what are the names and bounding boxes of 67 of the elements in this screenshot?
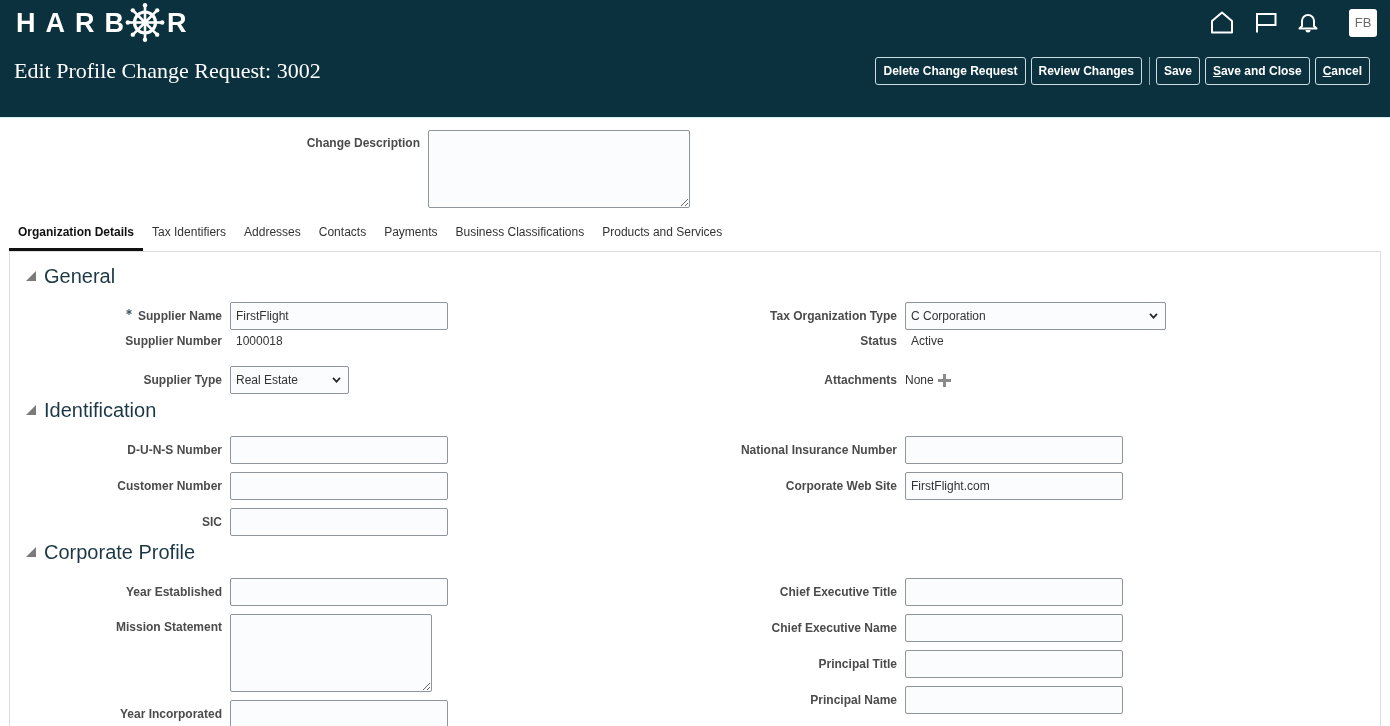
text-field[interactable]: FirstFlight.com bbox=[905, 472, 1123, 500]
tab[interactable]: Payments bbox=[375, 222, 447, 251]
tab[interactable]: Products and Services bbox=[593, 222, 732, 251]
field-label: National Insurance Number bbox=[740, 443, 897, 457]
text-field[interactable] bbox=[905, 578, 1123, 606]
text-field[interactable] bbox=[230, 508, 448, 536]
text-area[interactable] bbox=[230, 614, 432, 692]
field-label: Supplier Number bbox=[125, 334, 222, 348]
text-field[interactable] bbox=[905, 614, 1123, 642]
collapse-triangle-icon[interactable] bbox=[26, 271, 36, 281]
field-label: Customer Number bbox=[117, 479, 222, 493]
field-label: Supplier Type bbox=[143, 373, 222, 387]
text-field[interactable] bbox=[905, 650, 1123, 678]
field-label: Change Description bbox=[306, 135, 420, 150]
action-button[interactable]: Cancel bbox=[1314, 57, 1370, 85]
text-field[interactable] bbox=[230, 578, 448, 606]
text-field[interactable] bbox=[230, 472, 448, 500]
text-field[interactable] bbox=[905, 436, 1123, 464]
user-avatar[interactable]: FB bbox=[1349, 8, 1377, 37]
bell-icon[interactable] bbox=[1298, 12, 1318, 33]
field-label: Attachments bbox=[824, 373, 897, 387]
text-area[interactable] bbox=[428, 130, 690, 208]
chevron-down-icon bbox=[1149, 313, 1158, 319]
field-label: SIC bbox=[202, 515, 222, 529]
tab[interactable]: Contacts bbox=[309, 222, 376, 251]
home-icon[interactable] bbox=[1210, 11, 1234, 34]
field-label: Principal Title bbox=[818, 657, 897, 671]
text-field[interactable] bbox=[905, 686, 1123, 714]
tab[interactable]: Tax Identifiers bbox=[143, 222, 236, 251]
field-label: Principal Name bbox=[810, 693, 897, 707]
action-button[interactable]: Delete Change Request bbox=[875, 57, 1026, 85]
ship-wheel-icon bbox=[125, 3, 165, 42]
tab[interactable]: Business Classifications bbox=[446, 222, 594, 251]
collapse-triangle-icon[interactable] bbox=[26, 405, 36, 415]
field-label: Mission Statement bbox=[115, 620, 222, 634]
collapse-triangle-icon[interactable] bbox=[26, 547, 36, 557]
chevron-down-icon bbox=[332, 377, 341, 383]
field-label: Corporate Web Site bbox=[785, 479, 897, 493]
section-heading: General bbox=[44, 264, 116, 288]
add-icon[interactable] bbox=[937, 373, 951, 387]
field-label: Year Incorporated bbox=[119, 707, 222, 721]
field-value: Active bbox=[911, 334, 944, 348]
action-button[interactable]: Save bbox=[1155, 57, 1200, 85]
field-value: 1000018 bbox=[236, 334, 283, 348]
field-label: Chief Executive Title bbox=[779, 585, 897, 599]
section-heading: Corporate Profile bbox=[44, 540, 196, 564]
logo-text: HARB bbox=[16, 6, 134, 39]
tab[interactable]: Organization Details bbox=[9, 222, 144, 251]
section-heading: Identification bbox=[44, 398, 157, 422]
text-field[interactable] bbox=[230, 700, 448, 726]
text-field[interactable]: FirstFlight bbox=[230, 302, 448, 330]
text-field[interactable] bbox=[230, 436, 448, 464]
field-label: Year Established bbox=[125, 585, 222, 599]
dropdown[interactable]: C Corporation bbox=[905, 302, 1166, 330]
logo-text: R bbox=[167, 6, 187, 39]
field-label: Status bbox=[860, 334, 897, 348]
field-label: Tax Organization Type bbox=[770, 309, 897, 323]
action-button[interactable]: Review Changes bbox=[1030, 57, 1142, 85]
field-label: Chief Executive Name bbox=[771, 621, 897, 635]
flag-icon[interactable] bbox=[1255, 12, 1277, 33]
dropdown[interactable]: Real Estate bbox=[230, 366, 349, 394]
page-title: Edit Profile Change Request: 3002 bbox=[14, 58, 321, 84]
field-label: Supplier Name bbox=[137, 309, 222, 323]
tab[interactable]: Addresses bbox=[235, 222, 310, 251]
action-button[interactable]: Save and Close bbox=[1204, 57, 1310, 85]
field-value: None bbox=[905, 373, 934, 387]
field-label: D-U-N-S Number bbox=[127, 443, 222, 457]
